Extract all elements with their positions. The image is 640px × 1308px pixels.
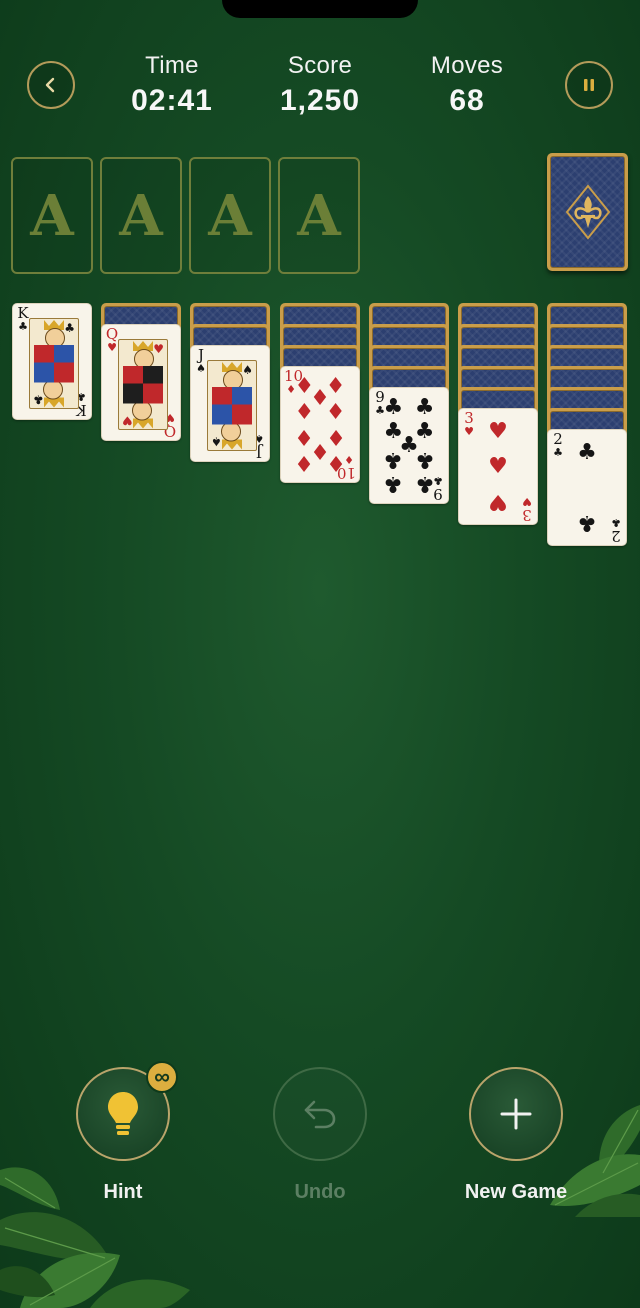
card-pip: ♦	[325, 450, 346, 476]
foundation-slot-2[interactable]: A	[100, 157, 182, 274]
portrait-suit: ♥	[153, 342, 164, 356]
card-pip: ♣	[383, 447, 404, 473]
foundation-slot-3[interactable]: A	[189, 157, 271, 274]
card-rank: 3	[522, 506, 532, 524]
portrait-half: ♣	[30, 319, 78, 365]
robe-panel	[34, 362, 54, 382]
robe-panel	[143, 383, 163, 403]
card-corner-index: J ♠	[194, 348, 208, 375]
score-value: 1,250	[279, 84, 361, 117]
time-stat: Time 02:41	[97, 52, 247, 118]
portrait-half: ♣	[30, 362, 78, 409]
face-up-card[interactable]: J ♠ J ♠ ♠ ♠	[190, 345, 270, 462]
face-up-card[interactable]: K ♣ K ♣ ♣ ♣	[12, 303, 92, 420]
card-pip: ♣	[414, 447, 435, 473]
card-corner-index: 3 ♥	[520, 495, 534, 524]
undo-button[interactable]	[273, 1067, 367, 1161]
card-corner-index: K ♣	[16, 306, 30, 333]
moves-stat: Moves 68	[392, 52, 542, 118]
back-button[interactable]	[27, 61, 75, 109]
card-corner-index: 3 ♥	[462, 411, 476, 438]
card-pip: ♥	[488, 489, 508, 514]
card-suit: ♣	[18, 320, 28, 333]
undo-arrow-icon	[304, 1100, 336, 1129]
undo-label: Undo	[294, 1181, 346, 1203]
face-up-card[interactable]: 9 ♣ 9 ♣ ♣ ♣ ♣ ♣ ♣ ♣ ♣ ♣ ♣	[369, 387, 449, 504]
robe-shape	[212, 404, 252, 424]
portrait-half: ♥	[119, 340, 167, 386]
robe-panel	[212, 404, 232, 424]
court-card-portrait: ♥ ♥	[118, 339, 168, 430]
court-card-portrait: ♠ ♠	[207, 360, 257, 451]
moves-label: Moves	[430, 52, 504, 79]
court-card-portrait: ♣ ♣	[29, 318, 79, 409]
card-pip: ♣	[577, 510, 597, 535]
portrait-suit: ♣	[64, 321, 75, 335]
robe-panel	[232, 404, 252, 424]
chevron-left-icon	[45, 77, 55, 93]
face-up-card[interactable]: 10 ♦ 10 ♦ ♦ ♦ ♦ ♦ ♦ ♦ ♦ ♦ ♦ ♦	[280, 366, 360, 483]
face-up-card[interactable]: 3 ♥ 3 ♥ ♥ ♥ ♥	[458, 408, 538, 525]
card-rank: 2	[611, 527, 621, 545]
robe-shape	[123, 383, 163, 403]
card-pip: ♦	[294, 400, 315, 425]
card-suit: ♣	[553, 446, 563, 459]
hint-label: Hint	[103, 1181, 143, 1203]
portrait-suit: ♠	[242, 363, 253, 377]
robe-shape	[34, 362, 74, 382]
card-pip: ♣	[383, 471, 404, 497]
moves-value: 68	[449, 84, 485, 117]
card-pip: ♦	[325, 400, 346, 425]
card-corner-index: 2 ♣	[609, 516, 623, 545]
card-pip: ♣	[414, 471, 435, 497]
fleur-de-lis-icon	[565, 184, 610, 240]
score-stat: Score 1,250	[245, 52, 395, 118]
card-suit: ♣	[611, 516, 621, 529]
card-back-pattern	[550, 156, 625, 268]
card-pip: ♣	[414, 394, 435, 420]
robe-panel	[54, 362, 74, 382]
foundation-slot-4[interactable]: A	[278, 157, 360, 274]
lightbulb-icon	[108, 1092, 138, 1135]
card-suit: ♠	[196, 362, 206, 375]
new-game-label: New Game	[464, 1181, 568, 1203]
card-suit: ♥	[107, 341, 117, 354]
card-suit: ♥	[464, 425, 474, 438]
portrait-half: ♠	[208, 361, 256, 407]
face-up-card[interactable]: 2 ♣ 2 ♣ ♣ ♣	[547, 429, 627, 546]
portrait-suit: ♣	[33, 392, 44, 406]
foundation-label: A	[208, 182, 252, 249]
face-up-card[interactable]: Q ♥ Q ♥ ♥ ♥	[101, 324, 181, 441]
card-pip: ♦	[294, 450, 315, 476]
card-pip: ♣	[383, 394, 404, 420]
foundation-label: A	[119, 182, 163, 249]
card-corner-index: Q ♥	[105, 327, 119, 354]
portrait-half: ♥	[119, 383, 167, 430]
portrait-suit: ♠	[211, 434, 222, 448]
foundation-slot-1[interactable]: A	[11, 157, 93, 274]
time-label: Time	[145, 52, 199, 79]
robe-panel	[123, 383, 143, 403]
hint-count-badge: ∞	[146, 1061, 178, 1093]
pause-icon	[584, 79, 594, 91]
pause-button[interactable]	[565, 61, 613, 109]
score-label: Score	[287, 52, 353, 79]
portrait-suit: ♥	[122, 413, 133, 427]
card-pip: ♥	[488, 419, 508, 444]
foundation-label: A	[297, 182, 341, 249]
plus-icon	[500, 1098, 532, 1130]
new-game-button[interactable]	[469, 1067, 563, 1161]
foliage-decoration-left	[0, 1167, 190, 1308]
stock-pile[interactable]	[547, 153, 628, 271]
time-value: 02:41	[131, 84, 213, 117]
portrait-half: ♠	[208, 404, 256, 451]
card-suit: ♥	[522, 495, 532, 508]
device-notch	[222, 0, 418, 18]
card-pip: ♥	[488, 453, 508, 479]
card-pip: ♣	[577, 440, 597, 465]
card-corner-index: 2 ♣	[551, 432, 565, 459]
foundation-label: A	[30, 182, 74, 249]
